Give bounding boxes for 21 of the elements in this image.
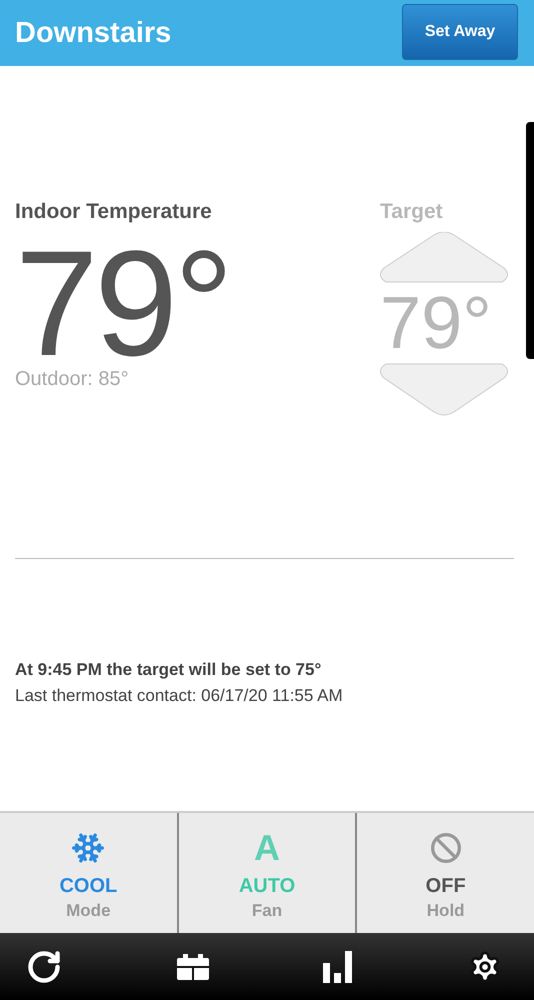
outdoor-temperature: Outdoor: 85° — [15, 368, 130, 391]
control-value: COOL — [59, 875, 118, 898]
control-value: AUTO — [238, 875, 296, 898]
set-away-button[interactable]: Set Away — [402, 4, 518, 60]
page-title: Downstairs — [15, 16, 172, 50]
indoor-label: Indoor Temperature — [15, 200, 213, 224]
control-label: Hold — [426, 901, 465, 921]
schedule-message: At 9:45 PM the target will be set to 75° — [15, 660, 322, 680]
target-label: Target — [380, 200, 443, 224]
blocked-icon — [430, 832, 462, 864]
letter-icon: A — [254, 830, 280, 866]
refresh-icon[interactable] — [26, 948, 62, 984]
target-temperature: 79° — [380, 286, 492, 360]
control-label: Mode — [66, 901, 111, 921]
snowflake-icon — [71, 831, 106, 865]
control-label: Fan — [252, 901, 282, 921]
control-value: OFF — [426, 875, 466, 898]
calendar-icon[interactable] — [176, 954, 209, 980]
bar-chart-icon[interactable] — [323, 950, 354, 982]
control-tile[interactable]: COOL Mode — [0, 813, 177, 933]
contact-message: Last thermostat contact: 06/17/20 11:55 AM — [15, 686, 344, 706]
